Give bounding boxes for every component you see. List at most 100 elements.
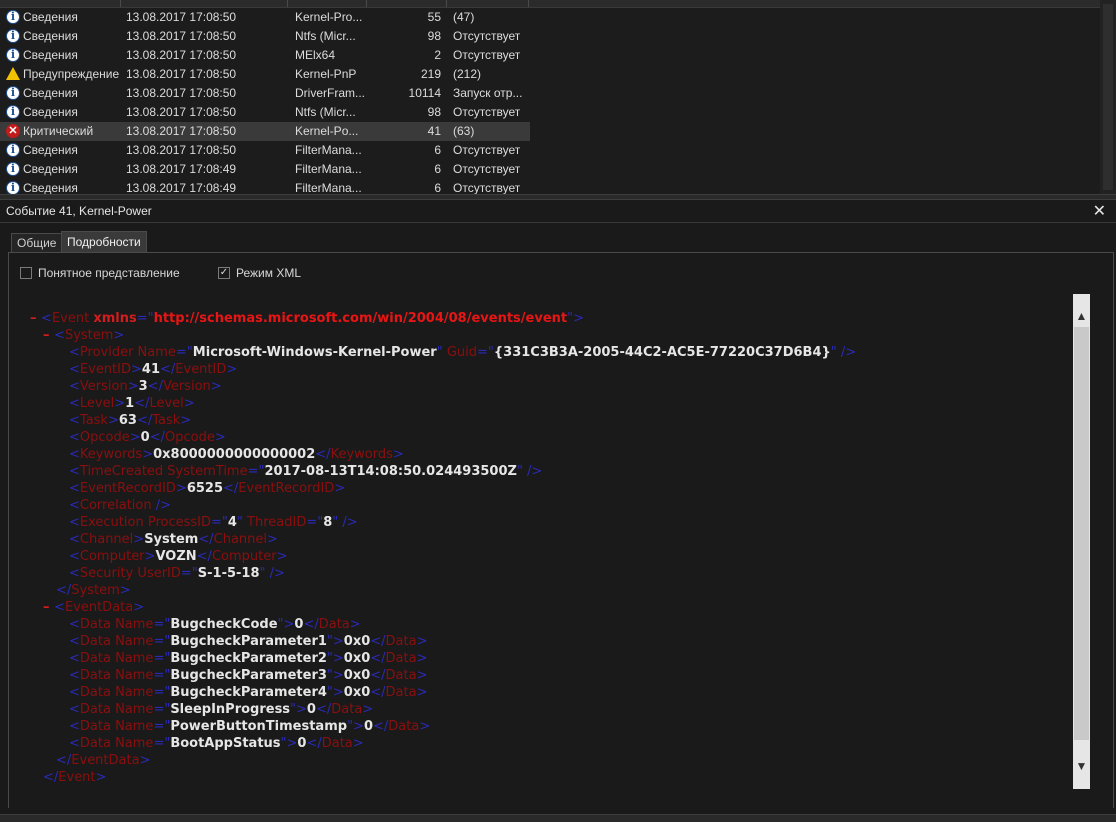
friendly-view-radio[interactable]: Понятное представление	[20, 265, 180, 281]
info-icon: i	[6, 48, 21, 63]
xml-token: Data Name	[79, 736, 154, 751]
event-list-scrollbar[interactable]	[1100, 0, 1116, 194]
bottom-border	[0, 814, 1116, 822]
xml-token: ="	[175, 345, 193, 360]
xml-token: "	[236, 515, 248, 530]
xml-token: <	[69, 532, 80, 547]
checkmark-icon[interactable]: ✓	[218, 266, 230, 279]
event-list-header[interactable]	[0, 0, 1100, 8]
event-row[interactable]: i Сведения 13.08.2017 17:08:50 Ntfs (Micr..…	[0, 27, 530, 46]
info-icon: i	[6, 29, 21, 44]
event-row[interactable]: ✕ Критический 13.08.2017 17:08:50 Kernel-Po…	[0, 122, 530, 141]
xml-token: </	[370, 634, 386, 649]
xml-token: " />	[332, 515, 358, 530]
xml-token: <	[69, 566, 80, 581]
event-level: Критический	[23, 124, 94, 138]
xml-eventdata-close: </EventData>	[56, 752, 150, 769]
xml-token: ">	[326, 651, 344, 666]
event-source: FilterMana...	[295, 181, 362, 194]
event-id: 41	[427, 124, 441, 138]
xml-value: BugcheckParameter4	[170, 685, 327, 700]
xml-value: BugcheckCode	[170, 617, 278, 632]
checkbox-empty-icon[interactable]	[20, 266, 32, 279]
xml-token: >	[95, 770, 107, 785]
xml-token: Data	[385, 651, 417, 666]
event-source: Kernel-Po...	[295, 124, 359, 138]
xml-token: xmlns	[93, 311, 137, 326]
xml-token: >	[114, 396, 126, 411]
xml-token: <	[54, 600, 65, 615]
xml-token: TimeCreated SystemTime	[79, 464, 248, 479]
event-level: Сведения	[23, 143, 78, 157]
xml-token: <	[69, 651, 80, 666]
event-row[interactable]: i Сведения 13.08.2017 17:08:49 FilterMana..…	[0, 160, 530, 179]
event-level: Сведения	[23, 162, 78, 176]
xml-token: Data	[318, 617, 350, 632]
scroll-down-icon[interactable]: ▼	[1073, 756, 1090, 776]
tab-details[interactable]: Подробности	[61, 231, 147, 253]
xml-token: ="	[180, 566, 198, 581]
event-date: 13.08.2017 17:08:50	[126, 143, 237, 157]
event-row[interactable]: i Сведения 13.08.2017 17:08:50 FilterMana..…	[0, 141, 530, 160]
xml-value: PowerButtonTimestamp	[170, 719, 348, 734]
event-row[interactable]: ! Предупреждение 13.08.2017 17:08:50 Kernel…	[0, 65, 530, 84]
xml-token: <	[69, 702, 80, 717]
xml-token: >	[419, 719, 431, 734]
xml-scrollbar[interactable]: ▲ ▼	[1073, 294, 1090, 789]
xml-token: –	[30, 311, 42, 326]
event-id: 6	[434, 162, 441, 176]
xml-token: <	[54, 328, 65, 343]
xml-value: 4	[227, 515, 237, 530]
tab-general[interactable]: Общие	[11, 233, 63, 253]
xml-value: 2017-08-13T14:08:50.024493500Z	[264, 464, 517, 479]
xml-token: ="	[153, 634, 171, 649]
scrollbar-thumb[interactable]	[1074, 327, 1089, 740]
xml-token: >	[226, 362, 238, 377]
event-row[interactable]: i Сведения 13.08.2017 17:08:50 DriverFram..…	[0, 84, 530, 103]
event-level: Сведения	[23, 105, 78, 119]
xml-token: </	[196, 549, 212, 564]
event-date: 13.08.2017 17:08:50	[126, 105, 237, 119]
xml-token: ="	[153, 668, 171, 683]
event-id: 6	[434, 181, 441, 194]
column-separator[interactable]	[528, 0, 529, 7]
xml-token: Data	[388, 719, 420, 734]
event-row[interactable]: i Сведения 13.08.2017 17:08:50 Kernel-Pro..…	[0, 8, 530, 27]
scroll-up-icon[interactable]: ▲	[1073, 306, 1090, 326]
xml-token: >	[349, 617, 361, 632]
event-id: 6	[434, 143, 441, 157]
event-row[interactable]: i Сведения 13.08.2017 17:08:50 MElx64 2 Отсут…	[0, 46, 530, 65]
xml-token: EventRecordID	[79, 481, 176, 496]
column-separator[interactable]	[287, 0, 288, 7]
xml-token: ="	[153, 651, 171, 666]
event-row[interactable]: i Сведения 13.08.2017 17:08:50 Ntfs (Micr..…	[0, 103, 530, 122]
xml-token: </	[372, 719, 389, 734]
xml-value: 3	[138, 379, 148, 394]
event-level: Предупреждение	[23, 67, 120, 81]
xml-token: >	[142, 447, 154, 462]
xml-token: >	[416, 634, 428, 649]
xml-token: >	[183, 396, 195, 411]
xml-token: >	[175, 481, 187, 496]
scrollbar-thumb[interactable]	[1103, 4, 1113, 190]
event-task: Отсутствует	[453, 143, 521, 157]
xml-line: <Computer>VOZN</Computer>	[69, 548, 287, 565]
event-row[interactable]: i Сведения 13.08.2017 17:08:49 FilterMana..…	[0, 179, 530, 194]
xml-token: Correlation	[79, 498, 156, 513]
column-separator[interactable]	[120, 0, 121, 7]
xml-view[interactable]: – <Event xmlns="http://schemas.microsoft…	[30, 310, 1070, 790]
xml-token: </	[160, 362, 176, 377]
xml-token: <	[69, 430, 80, 445]
close-icon[interactable]: ✕	[1093, 201, 1106, 221]
column-separator[interactable]	[446, 0, 447, 7]
critical-error-icon: ✕	[6, 124, 21, 139]
xml-value: 0	[363, 719, 373, 734]
xml-token: ">	[290, 702, 307, 717]
event-task: Отсутствует	[453, 48, 521, 62]
column-separator[interactable]	[366, 0, 367, 7]
xml-token: Data	[321, 736, 353, 751]
xml-view-radio[interactable]: ✓ Режим XML	[218, 265, 301, 281]
pane-splitter[interactable]	[0, 194, 1116, 200]
event-list[interactable]: i Сведения 13.08.2017 17:08:50 Kernel-Pro..…	[0, 0, 1116, 194]
xml-token: ="	[136, 311, 154, 326]
